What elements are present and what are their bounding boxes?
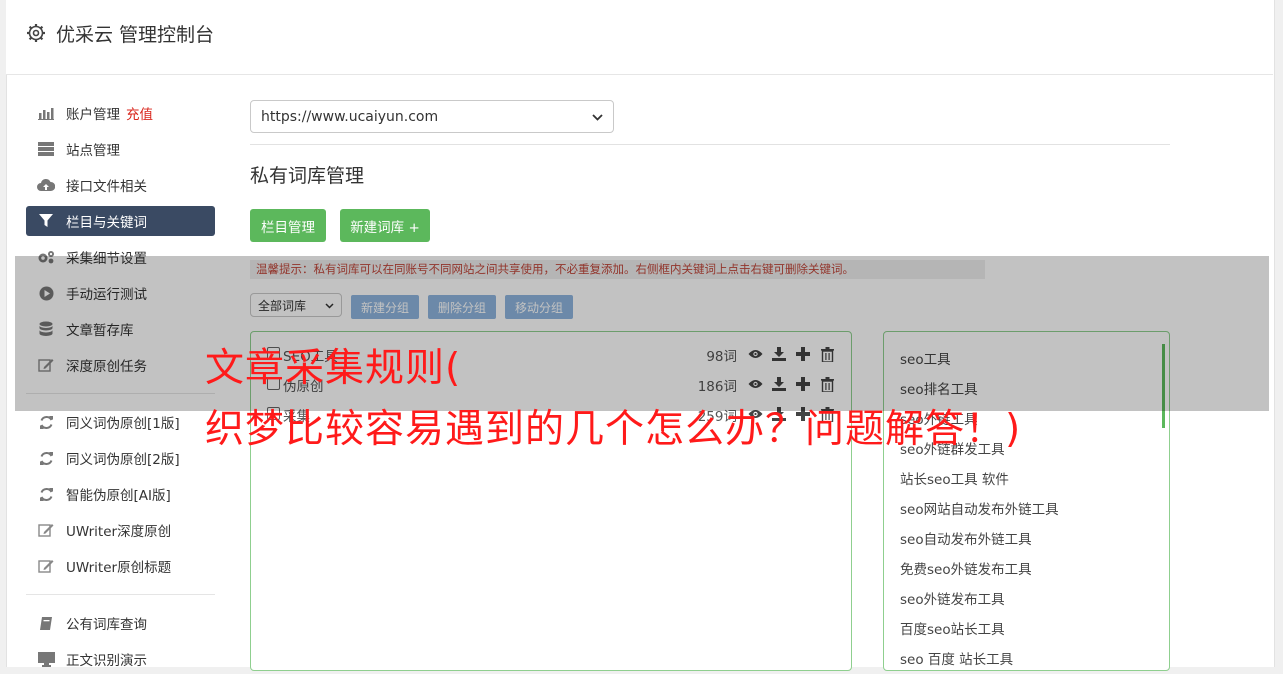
- sidebar-item-columns-keywords[interactable]: 栏目与关键词: [26, 206, 215, 236]
- sidebar-item-label: 同义词伪原创[2版]: [66, 452, 180, 468]
- sidebar-item-ai-rewrite[interactable]: 智能伪原创[AI版]: [26, 479, 215, 509]
- edit-icon: [37, 557, 55, 575]
- divider: [250, 144, 1170, 145]
- sidebar-item-account[interactable]: 账户管理 充值: [26, 98, 215, 128]
- keyword-item[interactable]: 免费seo外链发布工具: [900, 558, 1032, 578]
- sidebar-item-uwriter-deep[interactable]: UWriter深度原创: [26, 515, 215, 545]
- refresh-icon: [37, 449, 55, 467]
- keyword-item[interactable]: seo外链发布工具: [900, 588, 1005, 608]
- sidebar-item-sites[interactable]: 站点管理: [26, 134, 215, 164]
- sidebar-item-label: UWriter原创标题: [66, 560, 172, 576]
- sidebar-item-synonym-v1[interactable]: 同义词伪原创[1版]: [26, 407, 215, 437]
- sidebar-item-label: 账户管理: [66, 107, 120, 123]
- recharge-link[interactable]: 充值: [126, 103, 153, 123]
- keyword-item[interactable]: seo自动发布外链工具: [900, 528, 1032, 548]
- sidebar-item-label: 接口文件相关: [66, 179, 147, 195]
- keyword-item[interactable]: 百度seo站长工具: [900, 618, 1005, 638]
- sidebar-divider: [26, 594, 215, 595]
- sidebar-item-label: 同义词伪原创[1版]: [66, 416, 180, 432]
- sidebar-item-label: UWriter深度原创: [66, 524, 172, 540]
- sidebar-item-label: 智能伪原创[AI版]: [66, 488, 171, 504]
- book-icon: [37, 614, 55, 632]
- filter-icon: [37, 212, 55, 230]
- refresh-icon: [37, 413, 55, 431]
- chevron-down-icon: [592, 109, 603, 125]
- refresh-icon: [37, 485, 55, 503]
- sidebar-item-label: 正文识别演示: [66, 653, 147, 669]
- sidebar-item-interface-files[interactable]: 接口文件相关: [26, 170, 215, 200]
- sidebar-item-public-lib[interactable]: 公有词库查询: [26, 608, 215, 638]
- keyword-item[interactable]: 站长seo工具 软件: [900, 468, 1009, 488]
- site-select-value: https://www.ucaiyun.com: [261, 108, 439, 125]
- cloud-upload-icon: [37, 176, 55, 194]
- server-icon: [37, 140, 55, 158]
- bar-chart-icon: [37, 104, 55, 122]
- monitor-icon: [37, 650, 55, 668]
- sidebar-item-uwriter-title[interactable]: UWriter原创标题: [26, 551, 215, 581]
- sidebar-item-text-recognition[interactable]: 正文识别演示: [26, 644, 215, 674]
- column-manage-button[interactable]: 栏目管理: [250, 209, 326, 242]
- sidebar-item-label: 公有词库查询: [66, 617, 147, 633]
- keyword-item[interactable]: seo 百度 站长工具: [900, 648, 1013, 668]
- overlay-title-line2: 织梦比较容易遇到的几个怎么办？问题解答！): [205, 407, 1022, 452]
- overlay-band: [15, 256, 1269, 411]
- section-title: 私有词库管理: [250, 165, 365, 187]
- app-title: 优采云 管理控制台: [56, 24, 215, 46]
- sidebar-item-synonym-v2[interactable]: 同义词伪原创[2版]: [26, 443, 215, 473]
- edit-icon: [37, 521, 55, 539]
- overlay-title-line1: 文章采集规则(: [205, 346, 462, 391]
- keyword-item[interactable]: seo网站自动发布外链工具: [900, 498, 1059, 518]
- new-library-button[interactable]: 新建词库 +: [340, 209, 430, 242]
- sidebar-item-label: 站点管理: [66, 143, 120, 159]
- gear-icon[interactable]: [26, 23, 46, 43]
- site-select[interactable]: https://www.ucaiyun.com: [250, 100, 614, 133]
- top-bar: 优采云 管理控制台: [6, 0, 1273, 75]
- sidebar-item-label: 栏目与关键词: [66, 215, 147, 231]
